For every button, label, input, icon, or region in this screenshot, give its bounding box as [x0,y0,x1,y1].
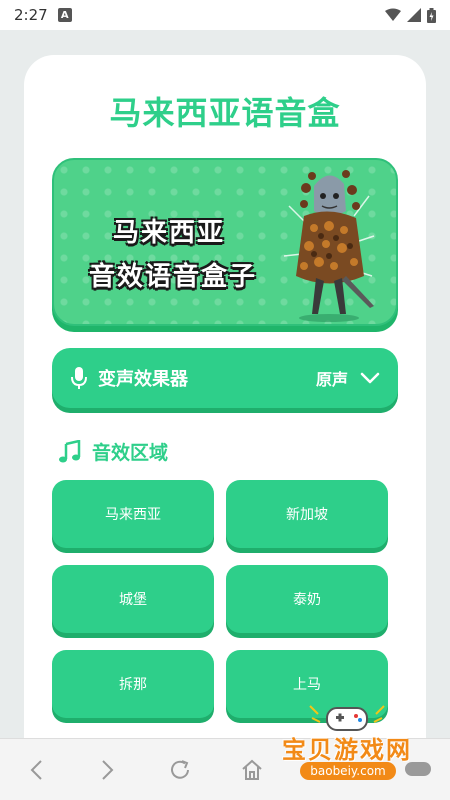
wifi-icon [385,8,401,21]
chevron-left-icon [30,759,42,780]
back-button[interactable] [0,759,72,781]
watermark-url: baobeiy.com [300,762,396,780]
home-icon [242,759,262,780]
microphone-icon [71,367,87,389]
watermark-logo: 宝贝游戏网 baobeiy.com [272,700,428,790]
page-title: 马来西亚语音盒 [109,94,341,132]
banner-title-line1: 马来西亚 [112,218,225,248]
battery-icon [427,7,436,23]
sound-button-thai-milk-tea[interactable]: 泰奶 [226,565,388,633]
sound-button-singapore[interactable]: 新加坡 [226,480,388,548]
sound-button-malaysia[interactable]: 马来西亚 [52,480,214,548]
status-time: 2:27 [14,6,48,24]
chevron-right-icon [102,759,114,780]
sound-button-castle[interactable]: 城堡 [52,565,214,633]
voice-effect-selector[interactable]: 变声效果器 原声 [52,348,398,408]
toggle-handle[interactable] [405,762,431,776]
section-title: 音效区域 [92,442,169,464]
voice-effect-label: 变声效果器 [98,369,188,390]
refresh-icon [171,759,189,779]
section-header: 音效区域 [58,438,168,465]
notification-icon: A [57,8,72,22]
sound-grid: 马来西亚 新加坡 城堡 泰奶 拆那 上马 [52,480,398,718]
forward-button[interactable] [72,759,144,781]
voice-effect-value: 原声 [315,370,348,389]
watermark-text: 宝贝游戏网 [282,736,412,764]
chevron-down-icon [360,372,380,384]
banner-title-line2: 音效语音盒子 [88,262,257,292]
signal-icon [407,8,421,22]
status-icons [385,7,436,23]
reload-button[interactable] [144,758,216,782]
sound-button-chaina[interactable]: 拆那 [52,650,214,718]
banner: 马来西亚 音效语音盒子 [52,158,398,326]
music-note-icon [59,439,81,462]
status-bar: 2:27 A [0,0,450,30]
banner-character-image [283,170,375,322]
